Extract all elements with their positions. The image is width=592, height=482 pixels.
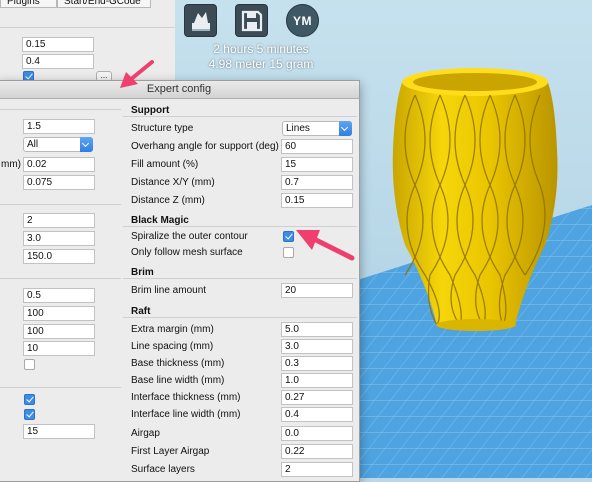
vase-model[interactable]	[375, 60, 592, 360]
overhang-angle-field[interactable]: 60	[281, 139, 353, 154]
ym-label: YM	[293, 14, 312, 28]
left-field-8[interactable]: 100	[23, 306, 95, 321]
left-field-5[interactable]: 3.0	[23, 231, 95, 246]
main-field-2[interactable]: 0.4	[22, 54, 94, 69]
brim-line-amount-field[interactable]: 20	[281, 283, 353, 298]
expert-config-dialog: Expert config 1.5 All mm) 0.02 0.075 2 3…	[0, 80, 360, 482]
raft-extra-margin-label: Extra margin (mm)	[131, 324, 214, 335]
left-field-7[interactable]: 0.5	[23, 288, 95, 303]
raft-interface-line-width-label: Interface line width (mm)	[131, 409, 241, 420]
brim-heading: Brim	[131, 267, 154, 278]
brim-line-amount-label: Brim line amount	[131, 285, 207, 296]
fill-amount-label: Fill amount (%)	[131, 159, 199, 170]
main-field-1[interactable]: 0.15	[22, 37, 94, 52]
raft-base-thickness-field[interactable]: 0.3	[281, 356, 353, 371]
print-material: 4.98 meter 15 gram	[208, 57, 314, 71]
distance-z-label: Distance Z (mm)	[131, 195, 205, 206]
structure-type-select[interactable]: Lines	[282, 121, 352, 136]
left-field-2[interactable]: 0.02	[23, 157, 95, 172]
structure-type-label: Structure type	[131, 123, 194, 134]
raft-base-thickness-label: Base thickness (mm)	[131, 358, 225, 369]
tab-start-end-gcode[interactable]: Start/End-GCode	[57, 0, 151, 8]
black-magic-heading: Black Magic	[131, 215, 189, 226]
raft-line-spacing-label: Line spacing (mm)	[131, 341, 214, 352]
structure-type-value: Lines	[286, 123, 310, 134]
print-time: 2 hours 5 minutes	[213, 42, 309, 56]
left-checkbox-2[interactable]	[24, 394, 35, 405]
left-field-4[interactable]: 2	[23, 213, 95, 228]
overhang-angle-label: Overhang angle for support (deg)	[131, 141, 279, 152]
load-icon	[192, 12, 210, 31]
left-field-6[interactable]: 150.0	[23, 249, 95, 264]
left-checkbox-3[interactable]	[24, 409, 35, 420]
chevron-down-icon	[80, 137, 93, 152]
left-checkbox-1[interactable]	[24, 359, 35, 370]
spiralize-label: Spiralize the outer contour	[131, 231, 248, 242]
save-button[interactable]	[235, 4, 268, 37]
left-unit-label: mm)	[1, 159, 21, 170]
raft-interface-thickness-field[interactable]: 0.27	[281, 390, 353, 405]
dialog-title: Expert config	[0, 81, 359, 99]
raft-heading: Raft	[131, 306, 151, 317]
fill-amount-field[interactable]: 15	[281, 157, 353, 172]
left-field-9[interactable]: 100	[23, 324, 95, 339]
support-heading: Support	[131, 105, 170, 116]
raft-airgap-field[interactable]: 0.0	[281, 426, 353, 441]
distance-xy-label: Distance X/Y (mm)	[131, 177, 215, 188]
floppy-disk-icon	[241, 10, 263, 32]
raft-base-line-width-label: Base line width (mm)	[131, 375, 225, 386]
left-select[interactable]: All	[23, 137, 93, 152]
annotation-arrow-icon	[296, 230, 355, 261]
raft-base-line-width-field[interactable]: 1.0	[281, 373, 353, 388]
raft-interface-line-width-field[interactable]: 0.4	[281, 407, 353, 422]
raft-first-layer-airgap-field[interactable]: 0.22	[281, 444, 353, 459]
distance-z-field[interactable]: 0.15	[281, 193, 353, 208]
left-field-1[interactable]: 1.5	[23, 119, 95, 134]
raft-surface-layers-field[interactable]: 2	[281, 462, 353, 477]
tab-plugins[interactable]: Plugins	[0, 0, 57, 8]
raft-airgap-label: Airgap	[131, 428, 160, 439]
left-field-11[interactable]: 15	[23, 424, 95, 439]
distance-xy-field[interactable]: 0.7	[281, 175, 353, 190]
annotation-arrow-icon	[120, 60, 154, 88]
raft-first-layer-airgap-label: First Layer Airgap	[131, 446, 210, 457]
chevron-down-icon	[339, 121, 352, 136]
mesh-surface-label: Only follow mesh surface	[131, 247, 243, 258]
load-model-button[interactable]	[184, 4, 217, 37]
raft-line-spacing-field[interactable]: 3.0	[281, 339, 353, 354]
raft-interface-thickness-label: Interface thickness (mm)	[131, 392, 241, 403]
ym-button[interactable]: YM	[286, 4, 319, 37]
left-select-value: All	[27, 139, 39, 150]
left-field-3[interactable]: 0.075	[23, 175, 95, 190]
left-field-10[interactable]: 10	[23, 341, 95, 356]
raft-surface-layers-label: Surface layers	[131, 464, 195, 475]
raft-extra-margin-field[interactable]: 5.0	[281, 322, 353, 337]
